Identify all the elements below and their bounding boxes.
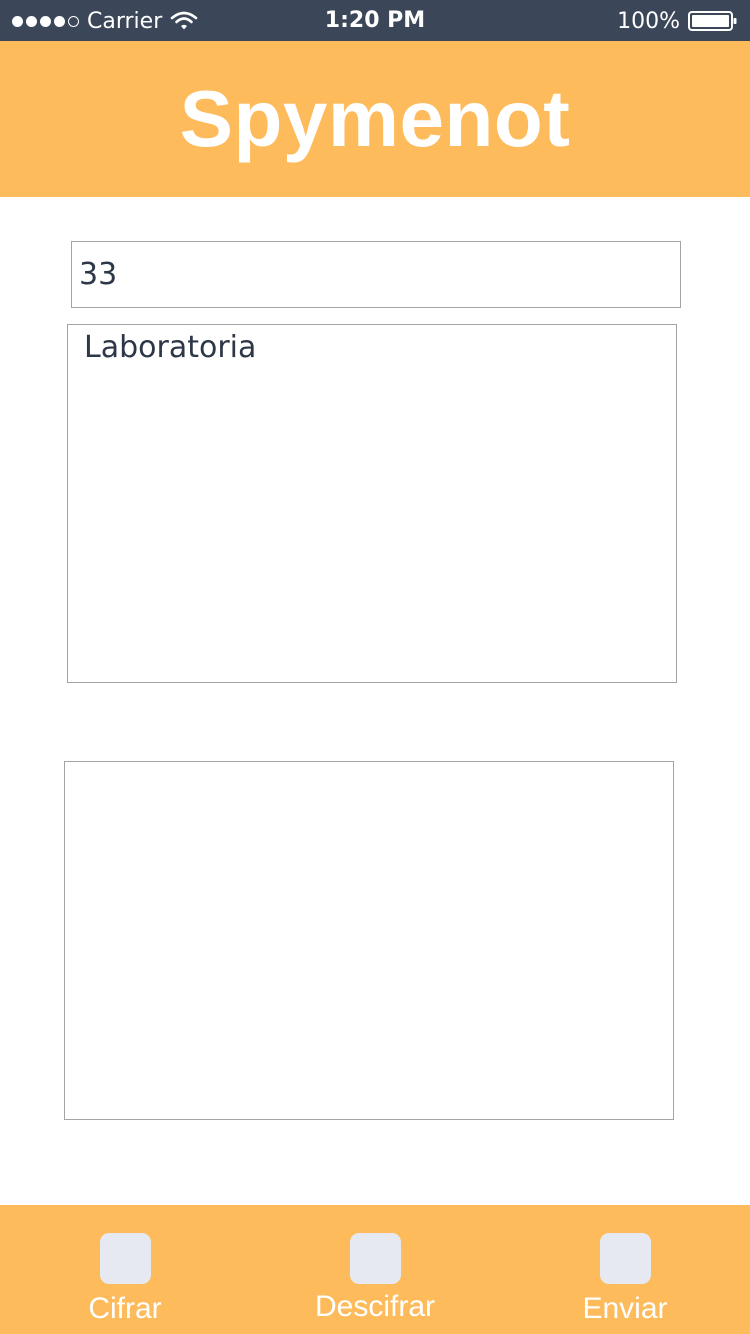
square-icon (350, 1233, 401, 1284)
app-screen: Carrier 1:20 PM 100% Spymenot 33 Laborat… (0, 0, 750, 1334)
message-textarea[interactable]: Laboratoria (67, 324, 677, 683)
status-bar: Carrier 1:20 PM 100% (0, 0, 750, 41)
tab-label: Descifrar (314, 1290, 435, 1323)
key-input[interactable]: 33 (71, 241, 681, 308)
tab-cifrar[interactable]: Cifrar (0, 1205, 250, 1334)
status-right: 100% (617, 6, 738, 36)
battery-percent: 100% (617, 8, 680, 34)
result-textarea[interactable] (64, 761, 674, 1120)
app-title: Spymenot (179, 74, 571, 163)
square-icon (100, 1233, 151, 1284)
tab-label: Cifrar (88, 1292, 162, 1325)
battery-icon (688, 10, 738, 32)
tab-enviar[interactable]: Enviar (500, 1205, 750, 1334)
tab-label: Enviar (582, 1292, 668, 1325)
square-icon (600, 1233, 651, 1284)
tab-descifrar[interactable]: Descifrar (250, 1205, 500, 1334)
app-header: Spymenot (0, 41, 750, 197)
tab-bar: Cifrar Descifrar Enviar (0, 1205, 750, 1334)
